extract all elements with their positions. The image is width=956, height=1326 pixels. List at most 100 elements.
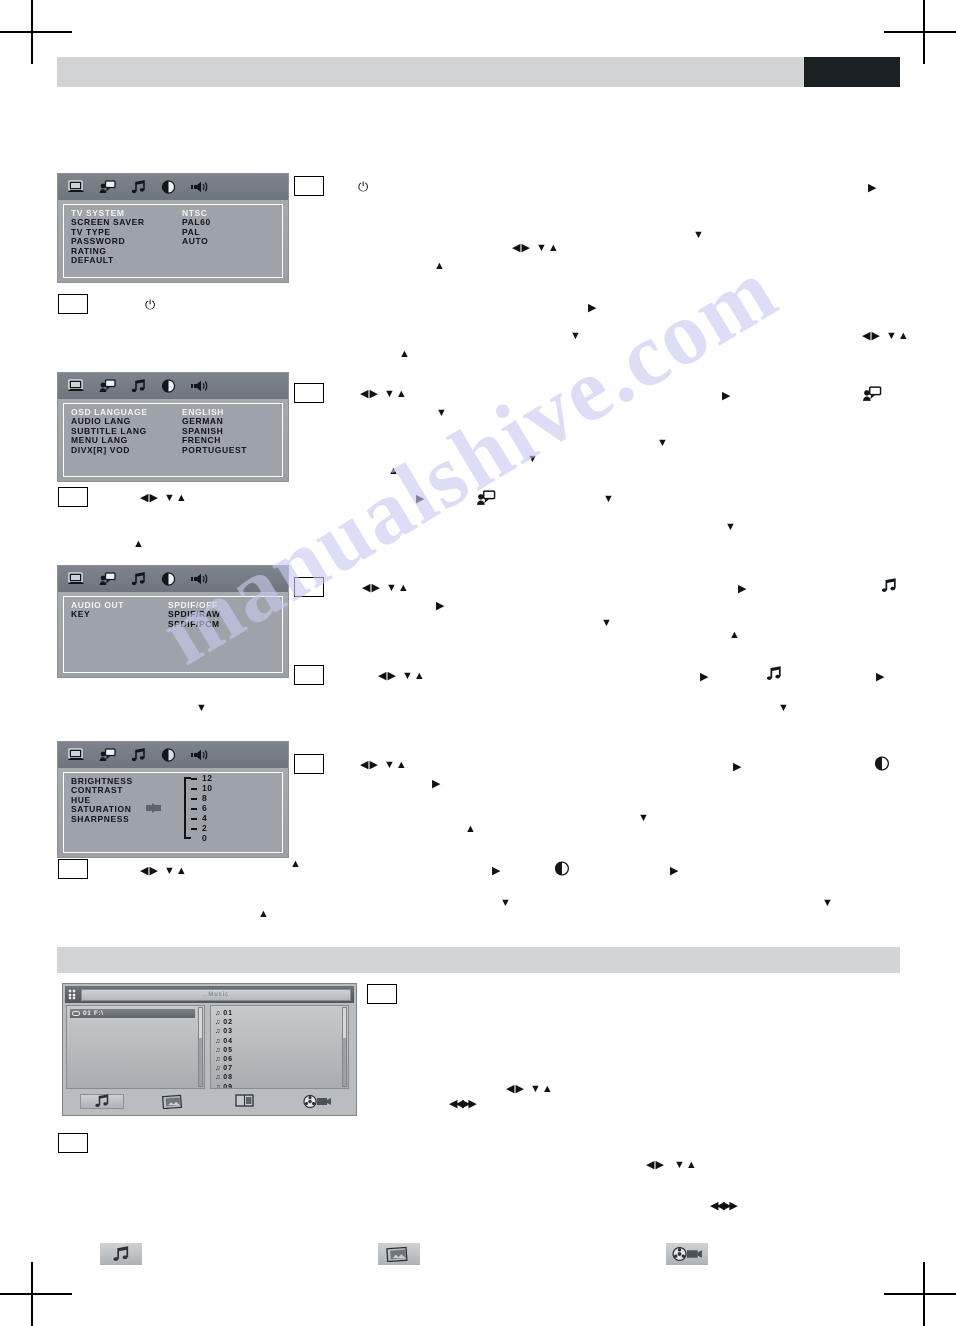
- scale-value: 4: [202, 813, 208, 823]
- step-box-10[interactable]: [58, 1133, 88, 1153]
- browser-path-field[interactable]: ..Music: [81, 988, 351, 1001]
- folder-icon: [72, 1011, 80, 1016]
- contrast-icon[interactable]: [161, 379, 177, 393]
- osd-body: TV SYSTEM SCREEN SAVER TV TYPE PASSWORD …: [63, 204, 283, 278]
- down-up-arrow-glyph: ▼▲: [164, 865, 188, 877]
- monitor-icon[interactable]: [68, 180, 85, 194]
- monitor-icon[interactable]: [68, 572, 85, 586]
- right-arrow-glyph: ▶: [492, 865, 501, 877]
- scale-tick: [191, 808, 197, 810]
- osd-item[interactable]: DIVX[R] VOD: [71, 445, 148, 455]
- browser-tab-photo[interactable]: [152, 1094, 196, 1109]
- browser-tab-music[interactable]: [79, 1093, 124, 1109]
- down-arrow-glyph: ▼: [603, 493, 614, 505]
- music-note-icon: ♫: [215, 1019, 220, 1027]
- music-note-icon: ♫: [215, 1046, 220, 1054]
- track-row[interactable]: ♫ 02: [215, 1018, 339, 1027]
- folder-pane[interactable]: 01 F:\: [66, 1005, 205, 1089]
- scale-value: 2: [202, 823, 208, 833]
- track-row[interactable]: ♫ 07: [215, 1064, 339, 1073]
- down-arrow-glyph: ▼: [500, 897, 511, 909]
- step-box-7[interactable]: [294, 754, 324, 774]
- track-row[interactable]: ♫ 04: [215, 1037, 339, 1046]
- step-box-4[interactable]: [58, 487, 88, 507]
- track-row[interactable]: ♫ 05: [215, 1046, 339, 1055]
- contrast-icon[interactable]: [161, 572, 177, 586]
- left-right-arrow-glyph: ◀▶: [140, 865, 159, 877]
- browser-tab-file[interactable]: [223, 1094, 267, 1109]
- music-note-icon[interactable]: [130, 379, 147, 393]
- language-icon[interactable]: [99, 180, 116, 194]
- track-pane[interactable]: ♫ 01 ♫ 02 ♫ 03 ♫ 04 ♫ 05 ♫ 06 ♫ 07 ♫ 08 ♫ 09: [210, 1005, 349, 1089]
- contrast-icon[interactable]: [161, 180, 177, 194]
- osd-item[interactable]: KEY: [71, 609, 124, 619]
- music-note-icon[interactable]: [130, 180, 147, 194]
- step-box-8[interactable]: [58, 859, 88, 879]
- scale-pointer[interactable]: [146, 803, 161, 813]
- step-box-5[interactable]: [294, 577, 324, 597]
- speaker-icon[interactable]: [191, 379, 210, 393]
- monitor-icon[interactable]: [68, 379, 85, 393]
- track-number: 06: [223, 1056, 234, 1064]
- track-number: 04: [223, 1037, 234, 1045]
- osd-value-list: SPDIF/OFF SPDIF/RAW SPDIF/PCM: [168, 600, 221, 629]
- track-row[interactable]: ♫ 08: [215, 1073, 339, 1082]
- monitor-icon[interactable]: [68, 748, 85, 762]
- browser-tab-video[interactable]: [295, 1094, 339, 1109]
- right-arrow-glyph: ▶: [416, 493, 425, 505]
- osd-value[interactable]: AUTO: [182, 236, 211, 246]
- power-icon: ⏻: [358, 179, 369, 194]
- drag-handle-icon[interactable]: [68, 989, 77, 1000]
- osd-item[interactable]: SHARPNESS: [71, 814, 133, 824]
- speaker-icon[interactable]: [191, 572, 210, 586]
- track-number: 08: [223, 1074, 234, 1082]
- contrast-icon[interactable]: [161, 748, 177, 762]
- folder-pane-scrollbar[interactable]: [198, 1007, 203, 1087]
- track-row[interactable]: ♫ 09: [215, 1083, 339, 1088]
- left-right-arrow-glyph: ◀▶: [362, 582, 381, 594]
- osd-item[interactable]: DEFAULT: [71, 255, 145, 265]
- track-row[interactable]: ♫ 06: [215, 1055, 339, 1064]
- section-divider-bar: [57, 947, 900, 973]
- osd-value[interactable]: SPDIF/PCM: [168, 619, 221, 629]
- track-pane-scrollbar[interactable]: [342, 1007, 347, 1087]
- step-box-1[interactable]: [294, 176, 324, 196]
- track-number: 05: [223, 1046, 234, 1054]
- osd-value-list: ENGLISH GERMAN SPANISH FRENCH PORTUGUEST: [182, 407, 247, 455]
- down-arrow-glyph: ▼: [638, 812, 649, 824]
- language-icon[interactable]: [99, 572, 116, 586]
- music-note-icon[interactable]: [130, 572, 147, 586]
- osd-tab-row: [58, 174, 288, 200]
- down-up-arrow-glyph: ▼▲: [386, 582, 410, 594]
- down-up-arrow-glyph: ▼▲: [164, 492, 188, 504]
- speaker-icon[interactable]: [191, 748, 210, 762]
- prev-next-arrow-glyph: ◀◀▶▶: [449, 1098, 477, 1110]
- track-row[interactable]: ♫ 01: [215, 1009, 339, 1018]
- contrast-icon: [554, 861, 571, 880]
- step-box-9[interactable]: [367, 984, 397, 1004]
- folder-item[interactable]: 01 F:\: [70, 1009, 195, 1018]
- osd-item-list: OSD LANGUAGE AUDIO LANG SUBTITLE LANG ME…: [71, 407, 148, 455]
- down-arrow-glyph: ▼: [822, 897, 833, 909]
- step-box-6[interactable]: [294, 665, 324, 685]
- step-box-2[interactable]: [58, 294, 88, 314]
- left-right-arrow-glyph: ◀▶: [512, 242, 531, 254]
- up-arrow-glyph: ▲: [388, 465, 399, 477]
- down-up-arrow-glyph: ▼▲: [402, 670, 426, 682]
- browser-tab-bar: [66, 1091, 353, 1111]
- language-icon[interactable]: [99, 748, 116, 762]
- track-number: 01: [223, 1010, 234, 1018]
- up-arrow-glyph: ▲: [465, 823, 476, 835]
- step-box-3[interactable]: [294, 383, 324, 403]
- scale-tick: [191, 818, 197, 820]
- osd-body: AUDIO OUT KEY SPDIF/OFF SPDIF/RAW SPDIF/…: [63, 596, 283, 673]
- osd-value[interactable]: PORTUGUEST: [182, 445, 247, 455]
- right-arrow-glyph: ▶: [588, 302, 597, 314]
- language-icon[interactable]: [99, 379, 116, 393]
- speaker-icon[interactable]: [191, 180, 210, 194]
- scale-value: 8: [202, 793, 208, 803]
- track-row[interactable]: ♫ 03: [215, 1027, 339, 1036]
- crop-mark-bottom-right-v: [923, 1262, 925, 1326]
- music-note-icon[interactable]: [130, 748, 147, 762]
- scale-value: 0: [202, 833, 208, 843]
